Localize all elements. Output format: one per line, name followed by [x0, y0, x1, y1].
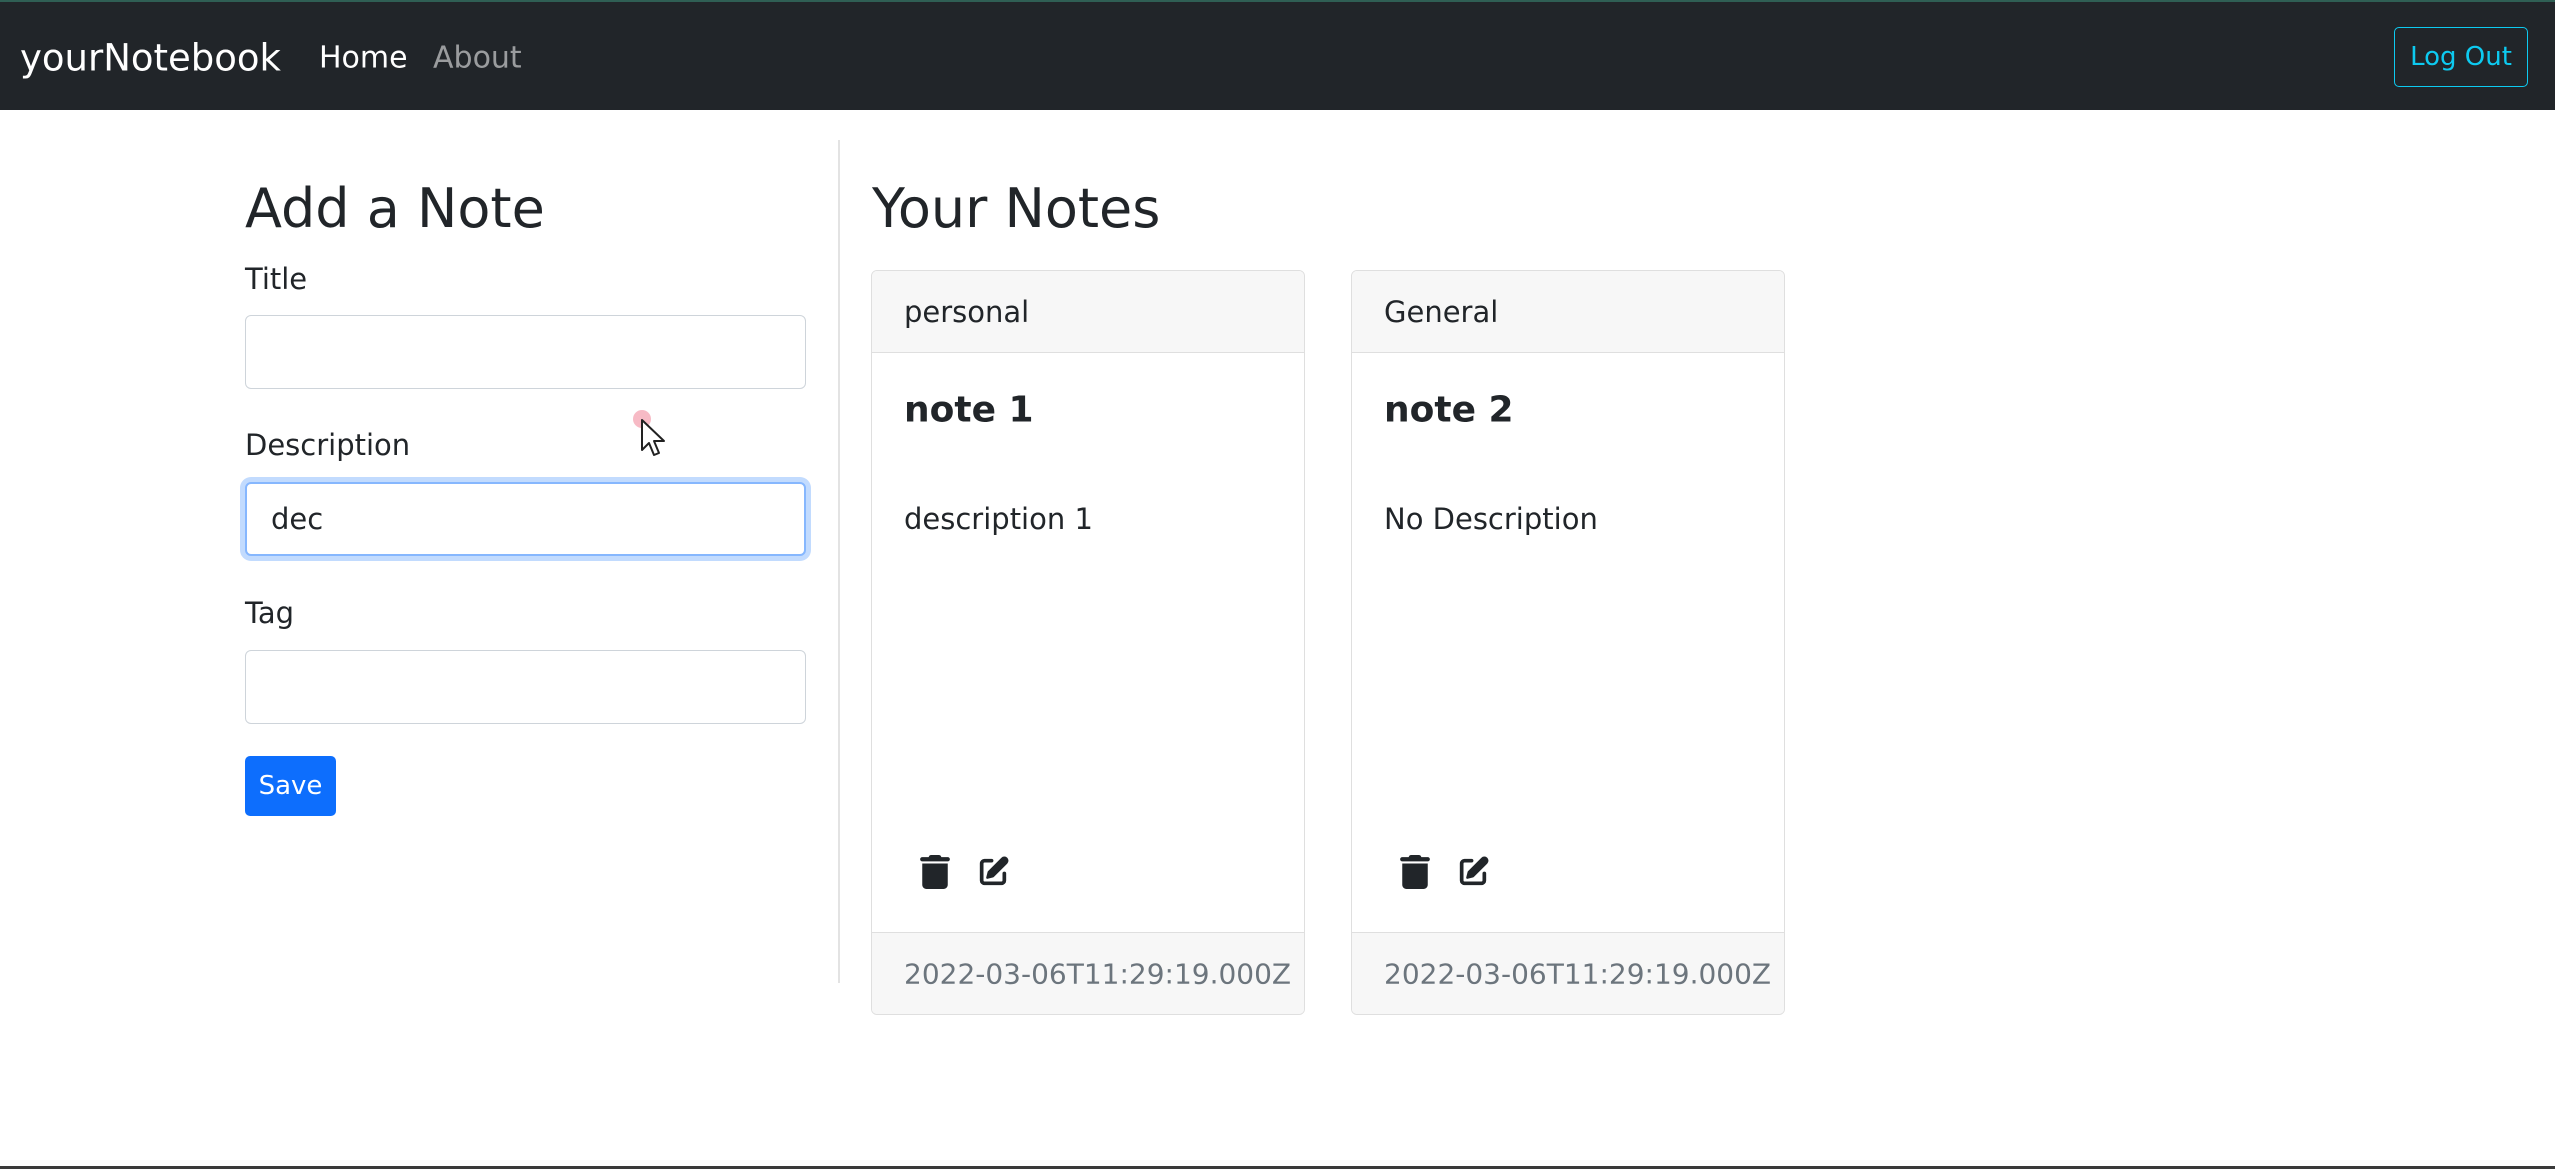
nav-link-home[interactable]: Home [319, 41, 408, 76]
brand-logo[interactable]: yourNotebook [20, 37, 281, 80]
description-label: Description [245, 428, 411, 462]
edit-icon[interactable] [976, 855, 1010, 889]
nav-link-about[interactable]: About [433, 41, 522, 76]
note-card: General note 2 No Description 2022-03-06… [1351, 270, 1785, 1015]
mouse-pointer-icon [641, 419, 665, 456]
title-label: Title [245, 262, 308, 296]
note-date: 2022-03-06T11:29:19.000Z [904, 957, 1292, 991]
your-notes-heading: Your Notes [872, 177, 1161, 240]
trash-icon[interactable] [1398, 855, 1432, 889]
note-card-footer: 2022-03-06T11:29:19.000Z [872, 932, 1304, 1014]
note-description: No Description [1384, 502, 1598, 536]
tag-input[interactable] [245, 650, 806, 724]
note-card: personal note 1 description 1 2022-03-06… [871, 270, 1305, 1015]
note-tag: General [1384, 295, 1499, 329]
add-note-heading: Add a Note [245, 177, 545, 240]
note-description: description 1 [904, 502, 1093, 536]
note-card-header: personal [872, 271, 1304, 353]
description-input[interactable] [245, 482, 806, 556]
note-date: 2022-03-06T11:29:19.000Z [1384, 957, 1772, 991]
trash-icon[interactable] [918, 855, 952, 889]
edit-icon[interactable] [1456, 855, 1490, 889]
column-divider [838, 140, 840, 983]
note-title: note 2 [1384, 389, 1514, 431]
note-card-header: General [1352, 271, 1784, 353]
save-button[interactable]: Save [245, 756, 336, 816]
note-tag: personal [904, 295, 1030, 329]
navbar: yourNotebook Home About Log Out [0, 0, 2555, 110]
note-card-footer: 2022-03-06T11:29:19.000Z [1352, 932, 1784, 1014]
note-title: note 1 [904, 389, 1034, 431]
logout-button[interactable]: Log Out [2394, 27, 2528, 87]
title-input[interactable] [245, 315, 806, 389]
tag-label: Tag [245, 596, 295, 630]
